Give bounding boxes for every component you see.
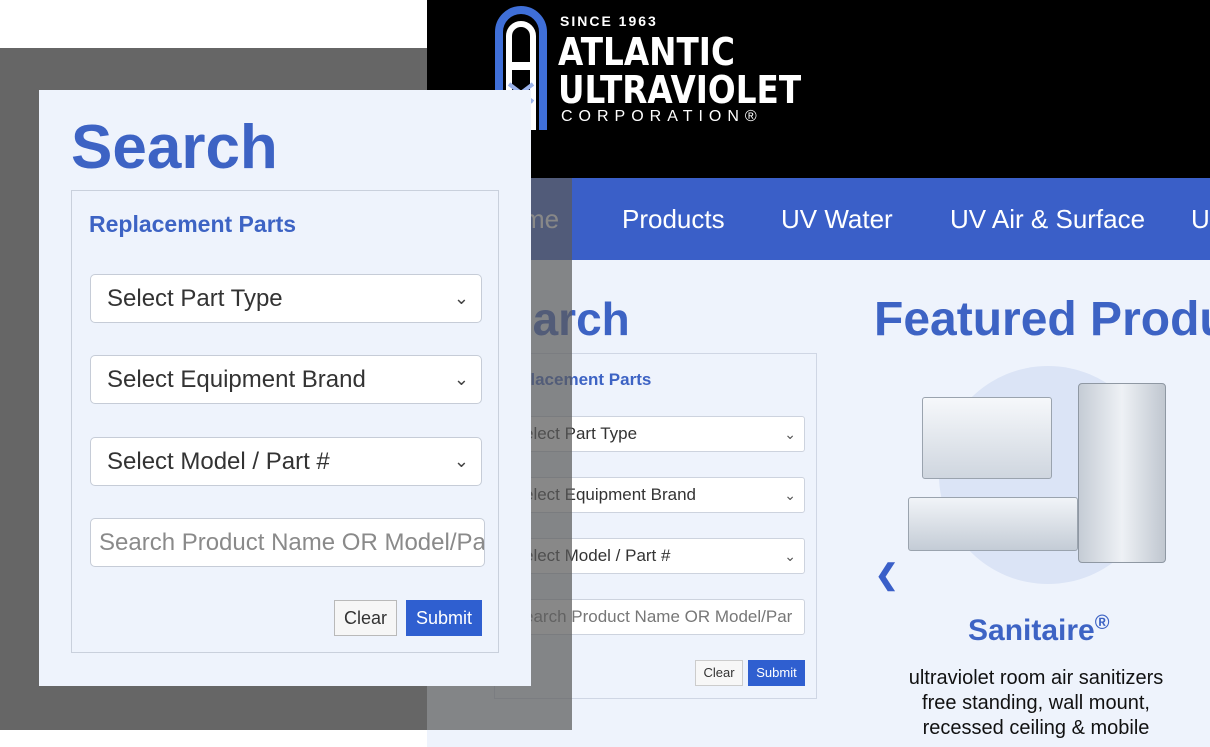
nav-item-uv-water[interactable]: UV Water: [781, 178, 893, 260]
product-desc-line: ultraviolet room air sanitizers: [908, 667, 1164, 689]
chevron-down-icon: ⌄: [453, 369, 469, 389]
chevron-down-icon: ⌄: [453, 451, 469, 471]
model-part-select[interactable]: Select Model / Part # ⌄: [90, 437, 482, 486]
bg-submit-button[interactable]: Submit: [748, 660, 805, 686]
chevron-down-icon: ⌄: [784, 426, 796, 442]
product-description: ultraviolet room air sanitizers free sta…: [887, 666, 1185, 741]
nav-item-products[interactable]: Products: [622, 178, 725, 260]
product-image-ceiling-unit: [908, 497, 1078, 551]
search-title: Search: [71, 113, 278, 182]
site-header: SINCE 1963 ATLANTIC ULTRAVIOLET CORPORAT…: [427, 0, 1210, 178]
part-type-select[interactable]: Select Part Type ⌄: [90, 274, 482, 323]
equipment-brand-label: Select Equipment Brand: [107, 366, 366, 393]
product-name[interactable]: Sanitaire®: [968, 612, 1109, 648]
bg-clear-button[interactable]: Clear: [695, 660, 743, 686]
nav-item-uv-air-surface[interactable]: UV Air & Surface: [950, 178, 1145, 260]
chevron-down-icon: ⌄: [453, 288, 469, 308]
logo-since: SINCE 1963: [560, 13, 658, 29]
product-image-wall-unit: [922, 397, 1052, 479]
part-type-label: Select Part Type: [107, 285, 283, 312]
chevron-down-icon: ⌄: [784, 548, 796, 564]
clear-button[interactable]: Clear: [334, 600, 397, 636]
product-desc-line: free standing, wall mount,: [922, 692, 1150, 714]
featured-title: Featured Product: [874, 293, 1210, 346]
chevron-left-icon[interactable]: ❮: [875, 558, 898, 591]
search-input[interactable]: Search Product Name OR Model/Par: [90, 518, 485, 567]
replacement-parts-panel: Replacement Parts Select Part Type ⌄ Sel…: [71, 190, 499, 653]
model-part-label: Select Model / Part #: [107, 448, 330, 475]
product-image-standing-unit: [1078, 383, 1166, 563]
logo-word-atlantic: ATLANTIC: [558, 30, 735, 74]
logo-word-corporation: CORPORATION®: [561, 108, 763, 125]
equipment-brand-select[interactable]: Select Equipment Brand ⌄: [90, 355, 482, 404]
chevron-down-icon: ⌄: [784, 487, 796, 503]
zoomed-search-callout: Search Replacement Parts Select Part Typ…: [39, 90, 531, 686]
nav-item-more[interactable]: U: [1191, 178, 1210, 260]
trademark: ®: [1094, 612, 1110, 634]
submit-button[interactable]: Submit: [406, 600, 482, 636]
product-name-text: Sanitaire: [968, 614, 1095, 647]
panel-title: Replacement Parts: [89, 211, 297, 237]
product-desc-line: recessed ceiling & mobile: [922, 717, 1150, 739]
logo-word-ultraviolet: ULTRAVIOLET: [558, 68, 802, 112]
